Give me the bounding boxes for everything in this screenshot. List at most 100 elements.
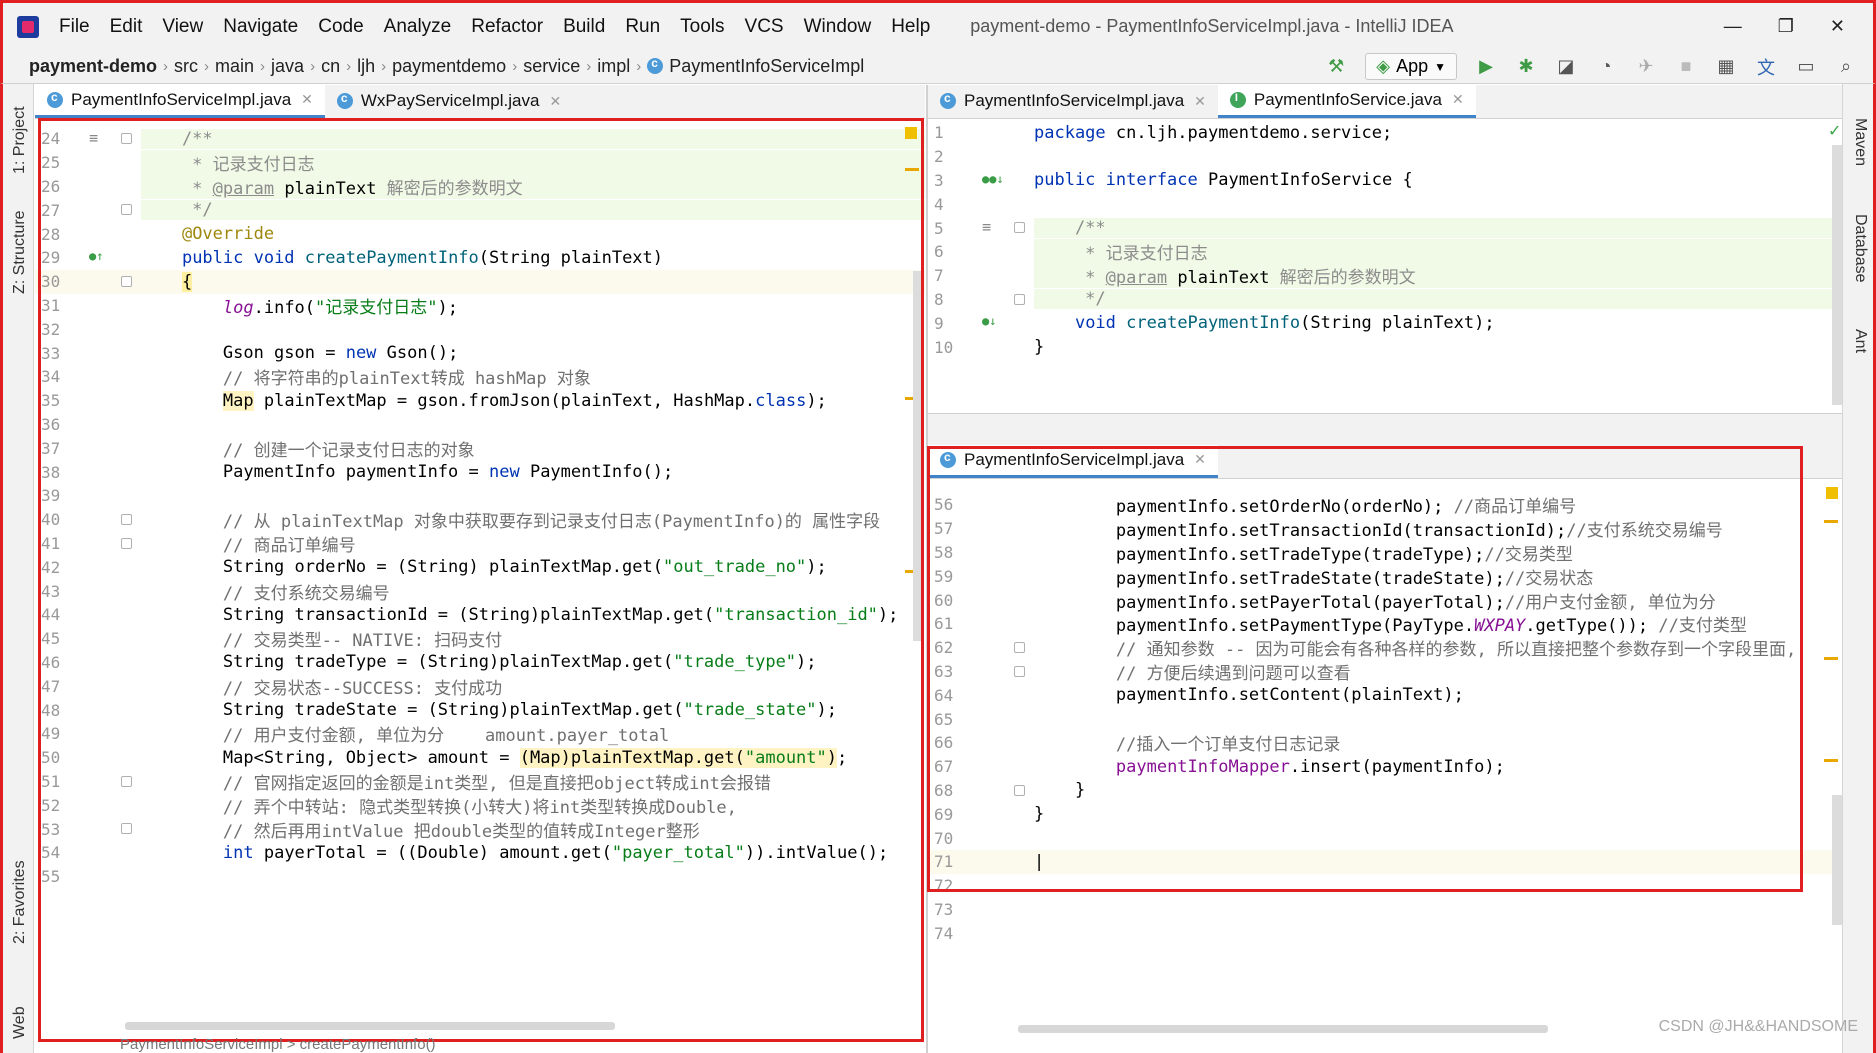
gutter[interactable] (85, 579, 141, 603)
menu-tools[interactable]: Tools (670, 16, 734, 38)
left-code-area[interactable]: 24 ≡ /** 25 * 记录支付日志 26 * @param plainText … (35, 127, 925, 1053)
gutter[interactable]: ≡ (978, 216, 1034, 240)
line-number[interactable]: 48 (35, 701, 85, 720)
gutter[interactable] (978, 707, 1034, 731)
scroll-marker[interactable] (1824, 759, 1838, 762)
gutter[interactable] (978, 121, 1034, 145)
gutter[interactable] (978, 145, 1034, 169)
gutter[interactable]: ≡ (85, 127, 141, 151)
menu-edit[interactable]: Edit (100, 16, 153, 38)
line-number[interactable]: 39 (35, 486, 85, 505)
doc-render-icon[interactable]: ≡ (89, 129, 98, 147)
run-icon[interactable]: ▶ (1475, 56, 1497, 78)
gutter[interactable] (978, 564, 1034, 588)
gutter[interactable] (978, 192, 1034, 216)
line-number[interactable]: 29 (35, 248, 85, 267)
fold-icon[interactable] (121, 275, 132, 287)
menu-help[interactable]: Help (881, 16, 940, 38)
close-tab-icon[interactable]: ✕ (549, 93, 561, 110)
line-number[interactable]: 25 (35, 153, 85, 172)
fold-icon[interactable] (121, 775, 132, 787)
fold-icon[interactable] (121, 537, 132, 549)
line-number[interactable]: 40 (35, 510, 85, 529)
database-tool-tab[interactable]: Database (1851, 214, 1869, 283)
line-number[interactable]: 52 (35, 796, 85, 815)
fold-icon[interactable] (1014, 222, 1025, 234)
gutter[interactable] (978, 779, 1034, 803)
menu-build[interactable]: Build (553, 16, 615, 38)
gutter[interactable] (978, 288, 1034, 312)
editor-tab[interactable]: PaymentInfoServiceImpl.java ✕ (928, 85, 1218, 118)
line-number[interactable]: 1 (928, 123, 978, 142)
scroll-marker[interactable] (905, 168, 919, 171)
implemented-icon[interactable]: ●↓ (982, 314, 996, 328)
line-number[interactable]: 44 (35, 605, 85, 624)
gutter[interactable] (978, 493, 1034, 517)
fold-icon[interactable] (1014, 293, 1025, 305)
editor-tab[interactable]: PaymentInfoService.java ✕ (1217, 85, 1476, 118)
line-number[interactable]: 28 (35, 225, 85, 244)
line-number[interactable]: 33 (35, 344, 85, 363)
favorites-tool-tab[interactable]: 2: Favorites (11, 860, 29, 944)
build-hammer-icon[interactable]: ⚒ (1325, 56, 1347, 78)
line-number[interactable]: 50 (35, 748, 85, 767)
menu-window[interactable]: Window (794, 16, 882, 38)
menu-refactor[interactable]: Refactor (461, 16, 553, 38)
warning-marker[interactable] (1826, 487, 1838, 499)
scroll-marker[interactable] (1824, 657, 1838, 660)
line-number[interactable]: 68 (928, 781, 978, 800)
line-number[interactable]: 42 (35, 558, 85, 577)
breadcrumb-item[interactable]: main (209, 56, 260, 77)
menu-vcs[interactable]: VCS (735, 16, 794, 38)
gutter[interactable] (85, 294, 141, 318)
fold-icon[interactable] (121, 133, 132, 144)
line-number[interactable]: 60 (928, 591, 978, 610)
gutter[interactable] (978, 541, 1034, 565)
breadcrumb-item[interactable]: java (265, 56, 310, 77)
line-number[interactable]: 7 (928, 266, 978, 285)
line-number[interactable]: 61 (928, 614, 978, 633)
line-number[interactable]: 4 (928, 195, 978, 214)
status-breadcrumb[interactable]: PaymentInfoServiceImpl > createPaymentIn… (120, 1036, 436, 1053)
implemented-icon[interactable]: ●●↓ (982, 172, 1004, 186)
gutter[interactable] (978, 921, 1034, 945)
line-number[interactable]: 26 (35, 177, 85, 196)
doc-render-icon[interactable]: ≡ (982, 218, 991, 236)
breadcrumb-item[interactable]: ljh (351, 56, 381, 77)
scroll-marker[interactable] (1824, 520, 1838, 523)
line-number[interactable]: 27 (35, 201, 85, 220)
gutter[interactable] (85, 627, 141, 651)
translate-icon[interactable]: 文 (1755, 56, 1777, 78)
gutter[interactable] (85, 389, 141, 413)
gutter[interactable] (85, 508, 141, 532)
close-button[interactable]: ✕ (1830, 16, 1845, 37)
warning-marker[interactable] (905, 127, 917, 139)
restore-button[interactable]: ❐ (1778, 16, 1794, 37)
structure-tool-tab[interactable]: Z: Structure (11, 210, 29, 294)
gutter[interactable] (85, 793, 141, 817)
gutter[interactable] (85, 770, 141, 794)
gutter[interactable] (978, 517, 1034, 541)
breadcrumb-item[interactable]: cn (315, 56, 346, 77)
line-number[interactable]: 34 (35, 367, 85, 386)
menu-navigate[interactable]: Navigate (213, 16, 308, 38)
gutter[interactable] (85, 413, 141, 437)
gutter[interactable] (978, 264, 1034, 288)
minimize-button[interactable]: — (1724, 16, 1742, 37)
line-number[interactable]: 47 (35, 677, 85, 696)
line-number[interactable]: 32 (35, 320, 85, 339)
line-number[interactable]: 51 (35, 772, 85, 791)
gutter[interactable] (85, 746, 141, 770)
gutter[interactable] (978, 802, 1034, 826)
presentation-icon[interactable]: ▭ (1795, 56, 1817, 78)
breadcrumb-item[interactable]: paymentdemo (386, 56, 512, 77)
ant-tool-tab[interactable]: Ant (1851, 329, 1869, 353)
menu-file[interactable]: File (49, 16, 100, 38)
line-number[interactable]: 46 (35, 653, 85, 672)
fold-icon[interactable] (1014, 784, 1025, 796)
gutter[interactable]: ●↓ (978, 311, 1034, 335)
line-number[interactable]: 9 (928, 314, 978, 333)
project-structure-icon[interactable]: ▦ (1715, 56, 1737, 78)
gutter[interactable] (978, 612, 1034, 636)
gutter[interactable] (85, 555, 141, 579)
